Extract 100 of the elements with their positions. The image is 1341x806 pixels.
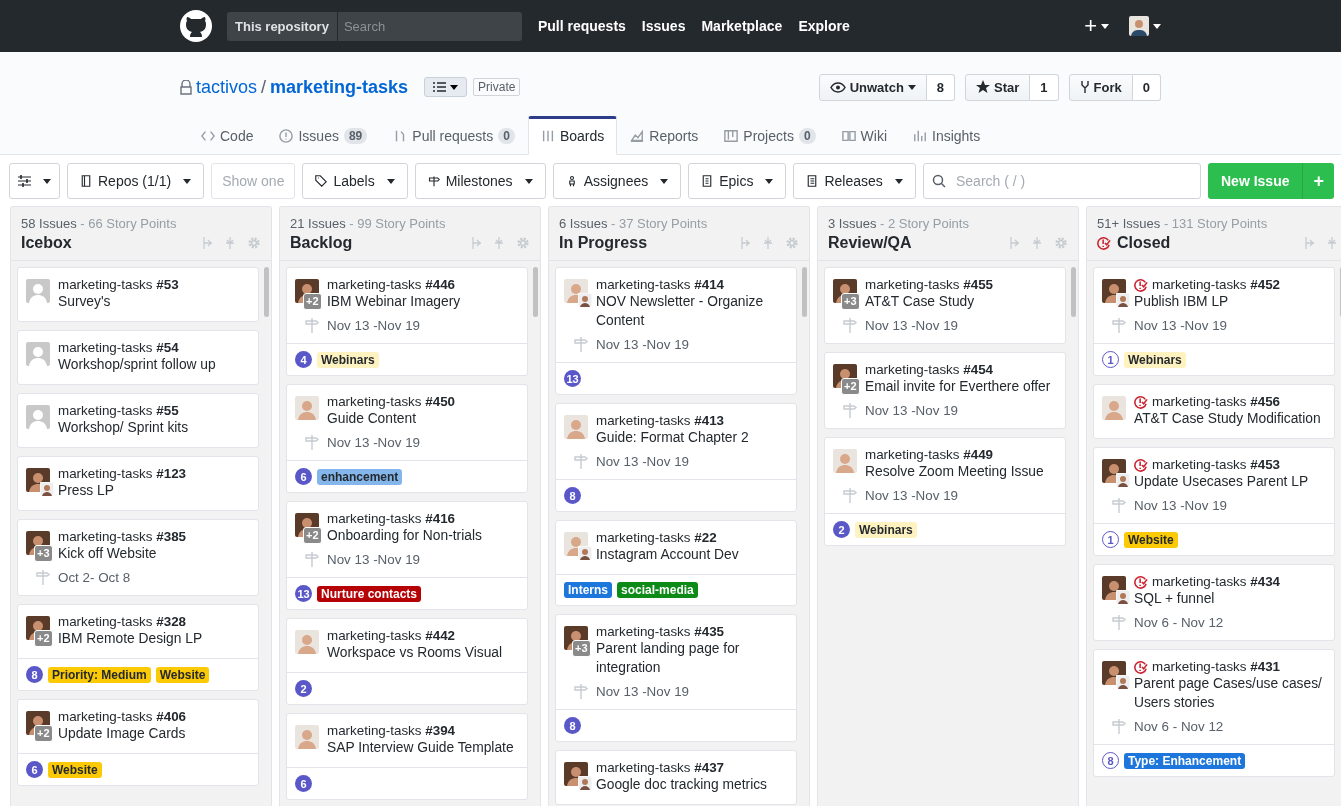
repo-tab[interactable]: Reports xyxy=(617,116,712,155)
issue-card[interactable]: marketing-tasks #123 Press LP xyxy=(17,456,259,511)
settings-icon[interactable] xyxy=(247,236,261,250)
issue-label[interactable]: social-media xyxy=(617,582,698,598)
nav-link[interactable]: Pull requests xyxy=(537,18,626,34)
issue-card[interactable]: marketing-tasks #22 Instagram Account Dev Interns social-media xyxy=(555,520,797,606)
issue-title[interactable]: Parent page Cases/use cases/ Users stories xyxy=(1134,674,1326,712)
issue-reference[interactable]: marketing-tasks #55 xyxy=(58,403,179,418)
collapse-icon[interactable] xyxy=(472,236,482,250)
issue-title[interactable]: IBM Webinar Imagery xyxy=(327,292,519,311)
issue-reference[interactable]: marketing-tasks #452 xyxy=(1152,277,1281,292)
issue-reference[interactable]: marketing-tasks #437 xyxy=(596,760,725,775)
issue-reference[interactable]: marketing-tasks #446 xyxy=(327,277,456,292)
issue-title[interactable]: Resolve Zoom Meeting Issue xyxy=(865,462,1057,481)
issue-reference[interactable]: marketing-tasks #414 xyxy=(596,277,725,292)
collapse-icon[interactable] xyxy=(741,236,751,250)
issue-card[interactable]: marketing-tasks #394 SAP Interview Guide Template 6 xyxy=(286,713,528,800)
issue-label[interactable]: Type: Enhancement xyxy=(1124,752,1246,769)
scrollbar-thumb[interactable] xyxy=(533,267,538,317)
repo-tab[interactable]: Code xyxy=(188,116,267,155)
issue-reference[interactable]: marketing-tasks #431 xyxy=(1152,659,1281,674)
issue-title[interactable]: Guide: Format Chapter 2 xyxy=(596,428,788,447)
issue-reference[interactable]: marketing-tasks #456 xyxy=(1152,394,1281,409)
issue-reference[interactable]: marketing-tasks #385 xyxy=(58,529,187,544)
issue-reference[interactable]: marketing-tasks #442 xyxy=(327,628,456,643)
user-menu[interactable] xyxy=(1129,16,1161,36)
issue-title[interactable]: IBM Remote Design LP xyxy=(58,629,250,648)
expand-icon[interactable] xyxy=(763,236,773,250)
issue-card[interactable]: marketing-tasks #452 Publish IBM LP Nov 13 -Nov 19 1 Webinars xyxy=(1093,267,1335,376)
issue-card[interactable]: marketing-tasks #431 Parent page Cases/use cases/ Users stories Nov 6 - Nov 12 8 Type: Enhancement xyxy=(1093,649,1335,777)
star-button[interactable]: Star xyxy=(965,73,1031,101)
fork-count[interactable]: 0 xyxy=(1132,73,1161,101)
issue-title[interactable]: Update Image Cards xyxy=(58,724,250,743)
issue-reference[interactable]: marketing-tasks #328 xyxy=(58,614,187,629)
search-scope[interactable]: This repository xyxy=(227,11,337,41)
issue-title[interactable]: Onboarding for Non-trials xyxy=(327,526,519,545)
issue-card[interactable]: +3 marketing-tasks #385 Kick off Website Oct 2- Oct 8 xyxy=(17,519,259,596)
issue-label[interactable]: Webinars xyxy=(1124,351,1186,368)
issue-title[interactable]: Survey's xyxy=(58,292,250,311)
expand-icon[interactable] xyxy=(1327,236,1337,250)
issue-reference[interactable]: marketing-tasks #435 xyxy=(596,624,725,639)
collapse-icon[interactable] xyxy=(1010,236,1020,250)
search-field[interactable]: Search xyxy=(336,11,522,41)
issue-reference[interactable]: marketing-tasks #450 xyxy=(327,394,456,409)
issue-title[interactable]: Press LP xyxy=(58,481,250,500)
issue-title[interactable]: Email invite for Everthere offer xyxy=(865,377,1057,396)
repo-name-link[interactable]: marketing-tasks xyxy=(270,76,409,98)
repo-tab[interactable]: Wiki xyxy=(828,116,900,155)
issue-card[interactable]: marketing-tasks #449 Resolve Zoom Meeting Issue Nov 13 -Nov 19 2 Webinars xyxy=(824,437,1066,546)
repo-tab[interactable]: Issues 89 xyxy=(266,116,381,155)
nav-link[interactable]: Explore xyxy=(798,18,850,34)
issue-reference[interactable]: marketing-tasks #416 xyxy=(327,511,456,526)
assignees-filter[interactable]: Assignees xyxy=(552,163,682,199)
repo-tab[interactable]: Pull requests 0 xyxy=(380,116,528,155)
settings-icon[interactable] xyxy=(785,236,799,250)
issue-card[interactable]: marketing-tasks #53 Survey's xyxy=(17,267,259,322)
issue-title[interactable]: Parent landing page for integration xyxy=(596,639,788,677)
issue-reference[interactable]: marketing-tasks #406 xyxy=(58,709,187,724)
epics-filter[interactable]: Epics xyxy=(688,163,787,199)
issue-label[interactable]: Webinars xyxy=(855,521,917,538)
settings-icon[interactable] xyxy=(1054,236,1068,250)
issue-label[interactable]: enhancement xyxy=(317,468,403,485)
issue-title[interactable]: Workshop/sprint follow up xyxy=(58,355,250,374)
issue-card[interactable]: marketing-tasks #54 Workshop/sprint follow up xyxy=(17,330,259,385)
scrollbar-thumb[interactable] xyxy=(264,267,269,317)
issue-label[interactable]: Webinars xyxy=(317,351,379,368)
issue-card[interactable]: +2 marketing-tasks #416 Onboarding for Non-trials Nov 13 -Nov 19 13 Nurture contacts xyxy=(286,501,528,610)
repos-filter[interactable]: Repos (1/1) xyxy=(67,163,205,199)
issue-label[interactable]: Nurture contacts xyxy=(317,585,422,602)
scrollbar-thumb[interactable] xyxy=(802,267,807,317)
releases-filter[interactable]: Releases xyxy=(793,163,916,199)
new-menu[interactable]: + xyxy=(1084,13,1109,39)
labels-filter[interactable]: Labels xyxy=(302,163,408,199)
nav-link[interactable]: Marketplace xyxy=(701,18,783,34)
issue-card[interactable]: marketing-tasks #442 Workspace vs Rooms Visual 2 xyxy=(286,618,528,705)
issue-card[interactable]: +3 marketing-tasks #435 Parent landing page for integration Nov 13 -Nov 19 8 xyxy=(555,614,797,742)
nav-link[interactable]: Issues xyxy=(641,18,686,34)
collapse-icon[interactable] xyxy=(1305,236,1315,250)
issue-reference[interactable]: marketing-tasks #453 xyxy=(1152,457,1281,472)
issue-label[interactable]: Website xyxy=(48,761,102,778)
issue-reference[interactable]: marketing-tasks #413 xyxy=(596,413,725,428)
issue-label[interactable]: Website xyxy=(155,666,210,683)
issue-title[interactable]: NOV Newsletter - Organize Content xyxy=(596,292,788,330)
issue-label[interactable]: Website xyxy=(1124,531,1178,548)
repo-owner-link[interactable]: tactivos xyxy=(196,76,258,98)
board-search-box[interactable]: Search ( / ) xyxy=(923,163,1201,199)
issue-title[interactable]: Publish IBM LP xyxy=(1134,292,1326,311)
issue-card[interactable]: +2 marketing-tasks #406 Update Image Cards 6 Website xyxy=(17,699,259,786)
watch-count[interactable]: 8 xyxy=(926,73,956,101)
repo-tab[interactable]: Projects 0 xyxy=(711,116,829,155)
issue-title[interactable]: Google doc tracking metrics xyxy=(596,775,788,794)
collapse-icon[interactable] xyxy=(203,236,213,250)
issue-title[interactable]: Update Usecases Parent LP xyxy=(1134,472,1326,491)
issue-title[interactable]: AT&T Case Study Modification xyxy=(1134,409,1326,428)
issue-card[interactable]: marketing-tasks #414 NOV Newsletter - Organize Content Nov 13 -Nov 19 13 xyxy=(555,267,797,395)
issue-reference[interactable]: marketing-tasks #22 xyxy=(596,530,717,545)
watch-button[interactable]: Unwatch xyxy=(818,73,927,101)
issue-card[interactable]: +2 marketing-tasks #328 IBM Remote Design LP 8 Priority: Medium Website xyxy=(17,604,259,691)
star-count[interactable]: 1 xyxy=(1030,73,1059,101)
issue-title[interactable]: SQL + funnel xyxy=(1134,589,1326,608)
